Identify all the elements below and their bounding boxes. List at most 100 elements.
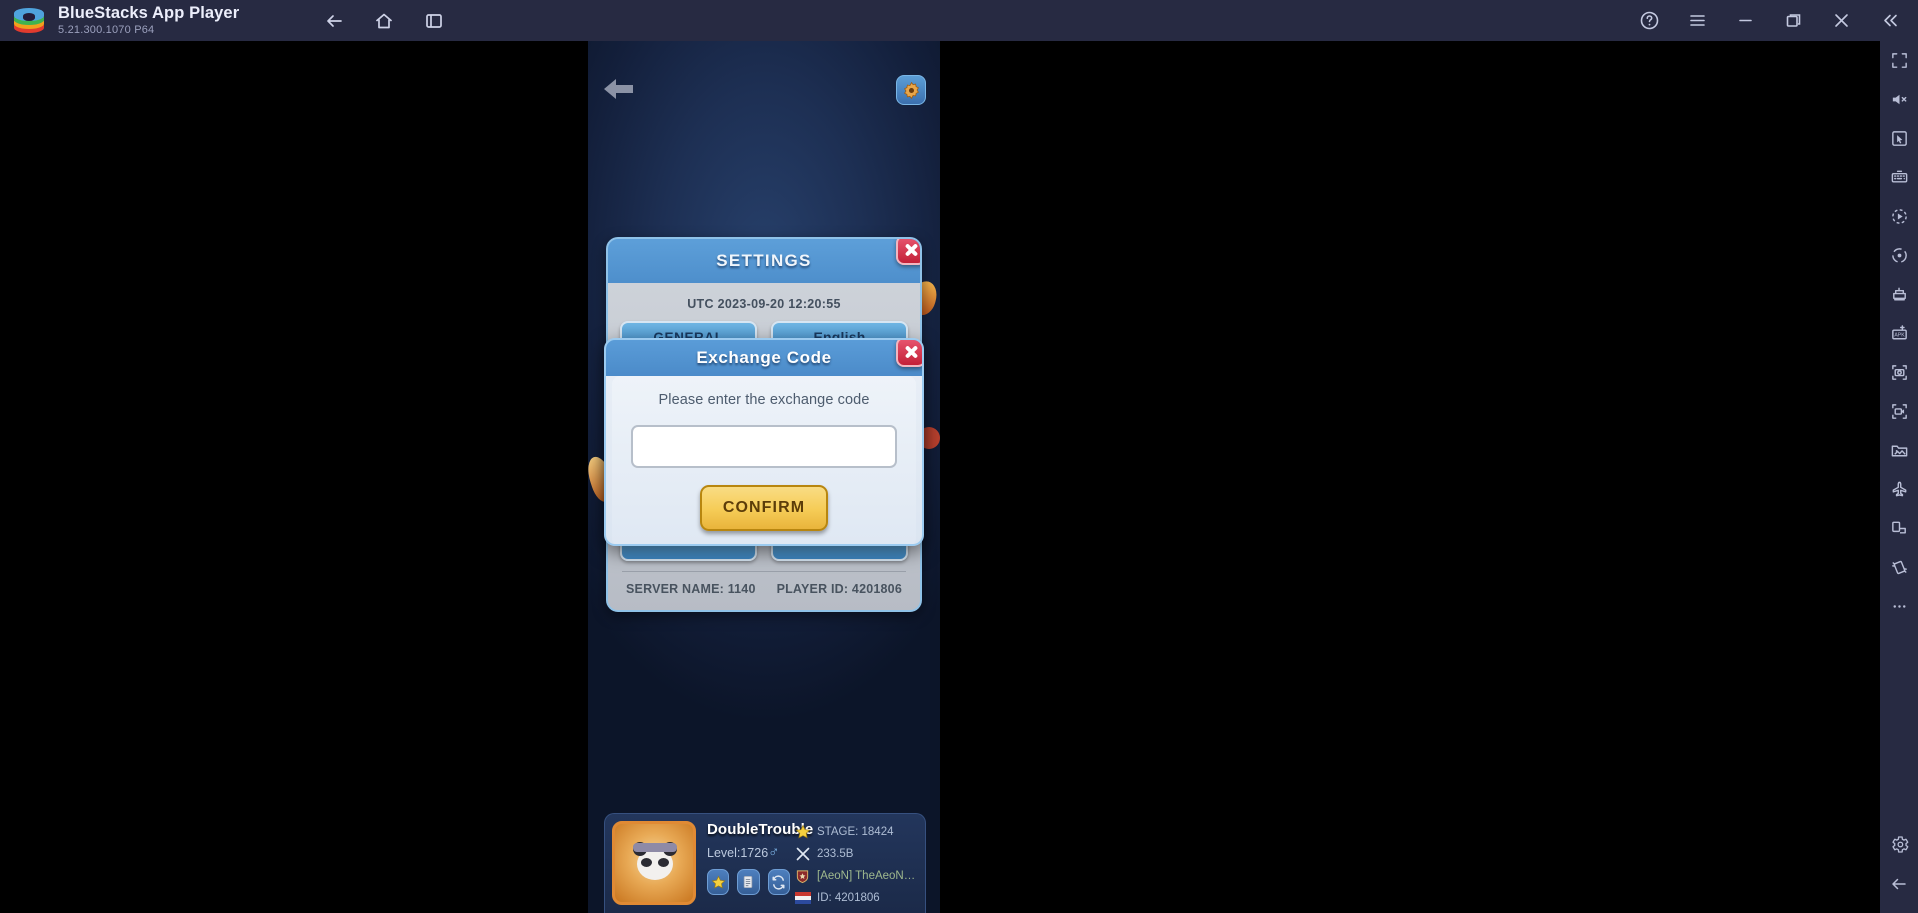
player-id-label: PLAYER ID: 4201806 bbox=[776, 582, 902, 596]
title-bar: BlueStacks App Player 5.21.300.1070 P64 bbox=[0, 0, 1918, 41]
play-macro-icon bbox=[1891, 209, 1907, 224]
bluestacks-window: BlueStacks App Player 5.21.300.1070 P64 bbox=[0, 0, 1918, 913]
stat-row: ID: 4201806 bbox=[794, 887, 918, 909]
arrow-left-icon bbox=[1892, 878, 1906, 889]
sidebar-cursor-button[interactable] bbox=[1880, 119, 1918, 158]
star-icon bbox=[711, 875, 726, 889]
divider bbox=[622, 571, 906, 572]
player-stats: STAGE: 18424 233.5B [AeoN] TheAeoNKi ID:… bbox=[790, 821, 918, 906]
minimize-icon bbox=[1738, 19, 1752, 22]
power-value: 233.5B bbox=[817, 848, 854, 860]
collapse-sidebar-button[interactable] bbox=[1868, 0, 1910, 41]
airplane-icon bbox=[1892, 481, 1906, 497]
settings-close-button[interactable] bbox=[896, 239, 920, 265]
refresh-icon bbox=[772, 874, 785, 890]
stat-row: 233.5B bbox=[794, 843, 918, 865]
nav-back-button[interactable] bbox=[317, 6, 351, 36]
game-settings-button[interactable] bbox=[896, 75, 926, 105]
fullscreen-icon bbox=[1891, 53, 1907, 68]
back-arrow-icon bbox=[604, 79, 633, 99]
speaker-mute-icon bbox=[1892, 94, 1906, 105]
help-button[interactable] bbox=[1628, 0, 1670, 41]
panda-avatar-icon bbox=[631, 842, 679, 886]
nav-home-button[interactable] bbox=[367, 6, 401, 36]
close-button[interactable] bbox=[1820, 0, 1862, 41]
crossed-swords-icon bbox=[794, 846, 811, 863]
camera-icon bbox=[1891, 365, 1907, 380]
bluestacks-logo-icon bbox=[14, 7, 44, 34]
male-symbol-icon: ♂ bbox=[768, 844, 780, 861]
server-player-row: SERVER NAME: 1140 PLAYER ID: 4201806 bbox=[620, 582, 908, 610]
sidebar-macro-button[interactable] bbox=[1880, 197, 1918, 236]
player-name-row: DoubleTrouble bbox=[707, 821, 813, 838]
sidebar-fullscreen-button[interactable] bbox=[1880, 41, 1918, 80]
apk-install-icon: APK bbox=[1891, 325, 1907, 340]
app-version: 5.21.300.1070 P64 bbox=[58, 24, 155, 37]
cursor-icon bbox=[1891, 131, 1907, 146]
keyboard-icon bbox=[1891, 170, 1907, 183]
gear-icon bbox=[1891, 836, 1908, 853]
svg-text:APK: APK bbox=[1894, 332, 1905, 338]
sidebar-more-button[interactable] bbox=[1880, 587, 1918, 626]
utc-time-label: UTC 2023-09-20 12:20:55 bbox=[687, 297, 841, 311]
avatar[interactable] bbox=[612, 821, 696, 905]
switch-button[interactable] bbox=[767, 869, 790, 895]
sidebar-settings-button[interactable] bbox=[1880, 825, 1918, 864]
sidebar-keymapping-button[interactable] bbox=[1880, 158, 1918, 197]
nav-recents-button[interactable] bbox=[417, 6, 451, 36]
minimize-button[interactable] bbox=[1724, 0, 1766, 41]
stage-value: STAGE: 18424 bbox=[817, 826, 894, 838]
menu-button[interactable] bbox=[1676, 0, 1718, 41]
star-icon bbox=[794, 824, 811, 841]
exchange-close-button[interactable] bbox=[896, 340, 922, 367]
window-controls bbox=[1628, 0, 1910, 41]
chevron-double-left-icon bbox=[1883, 14, 1897, 27]
sidebar-screenshot-button[interactable] bbox=[1880, 353, 1918, 392]
recents-icon bbox=[426, 13, 443, 28]
maximize-button[interactable] bbox=[1772, 0, 1814, 41]
gear-icon bbox=[903, 81, 919, 99]
exchange-code-input[interactable] bbox=[631, 425, 897, 468]
sidebar-shake-button[interactable] bbox=[1880, 548, 1918, 587]
server-name-label: SERVER NAME: 1140 bbox=[626, 582, 756, 596]
sidebar-rotate-screen-button[interactable] bbox=[1880, 509, 1918, 548]
exchange-dialog-body: Please enter the exchange code CONFIRM bbox=[612, 376, 916, 544]
rotate-screen-icon bbox=[1891, 521, 1906, 534]
sidebar-media-manager-button[interactable] bbox=[1880, 431, 1918, 470]
stat-row: [AeoN] TheAeoNKings bbox=[794, 865, 918, 887]
sidebar-mute-button[interactable] bbox=[1880, 80, 1918, 119]
help-circle-icon bbox=[1640, 11, 1658, 30]
exchange-dialog-title: Exchange Code bbox=[696, 348, 832, 367]
media-folder-icon bbox=[1891, 445, 1907, 457]
sidebar-collapse-button[interactable] bbox=[1880, 864, 1918, 903]
sidebar-install-apk-button[interactable]: APK bbox=[1880, 314, 1918, 353]
shake-icon bbox=[1891, 560, 1907, 575]
sidebar-multi-instance-button[interactable] bbox=[1880, 275, 1918, 314]
video-record-icon bbox=[1891, 404, 1907, 419]
app-title-block: BlueStacks App Player 5.21.300.1070 P64 bbox=[58, 5, 239, 37]
orbit-icon bbox=[1891, 248, 1907, 263]
player-info: DoubleTrouble Level:1726 ♂ bbox=[696, 821, 813, 906]
guild-name: [AeoN] TheAeoNKings bbox=[817, 870, 918, 882]
player-level-row: Level:1726 ♂ bbox=[707, 844, 790, 861]
close-icon bbox=[1834, 14, 1848, 27]
sidebar-eco-mode-button[interactable] bbox=[1880, 470, 1918, 509]
home-icon bbox=[376, 13, 393, 28]
confirm-button[interactable]: CONFIRM bbox=[700, 485, 828, 531]
more-dots-icon bbox=[1893, 605, 1905, 608]
game-back-button[interactable] bbox=[602, 75, 636, 103]
sidebar-orbit-button[interactable] bbox=[1880, 236, 1918, 275]
star-button[interactable] bbox=[707, 869, 730, 895]
hamburger-menu-icon bbox=[1689, 15, 1705, 26]
records-button[interactable] bbox=[737, 869, 760, 895]
restore-window-icon bbox=[1786, 14, 1800, 27]
bluestacks-sidebar: APK bbox=[1880, 41, 1918, 913]
stat-row: STAGE: 18424 bbox=[794, 821, 918, 843]
exchange-prompt-text: Please enter the exchange code bbox=[658, 392, 870, 408]
player-id-value: ID: 4201806 bbox=[817, 892, 880, 904]
arrow-left-icon bbox=[327, 14, 343, 27]
app-title: BlueStacks App Player bbox=[58, 3, 240, 22]
player-level: Level:1726 bbox=[707, 845, 769, 860]
android-nav-buttons bbox=[317, 6, 451, 36]
sidebar-record-button[interactable] bbox=[1880, 392, 1918, 431]
